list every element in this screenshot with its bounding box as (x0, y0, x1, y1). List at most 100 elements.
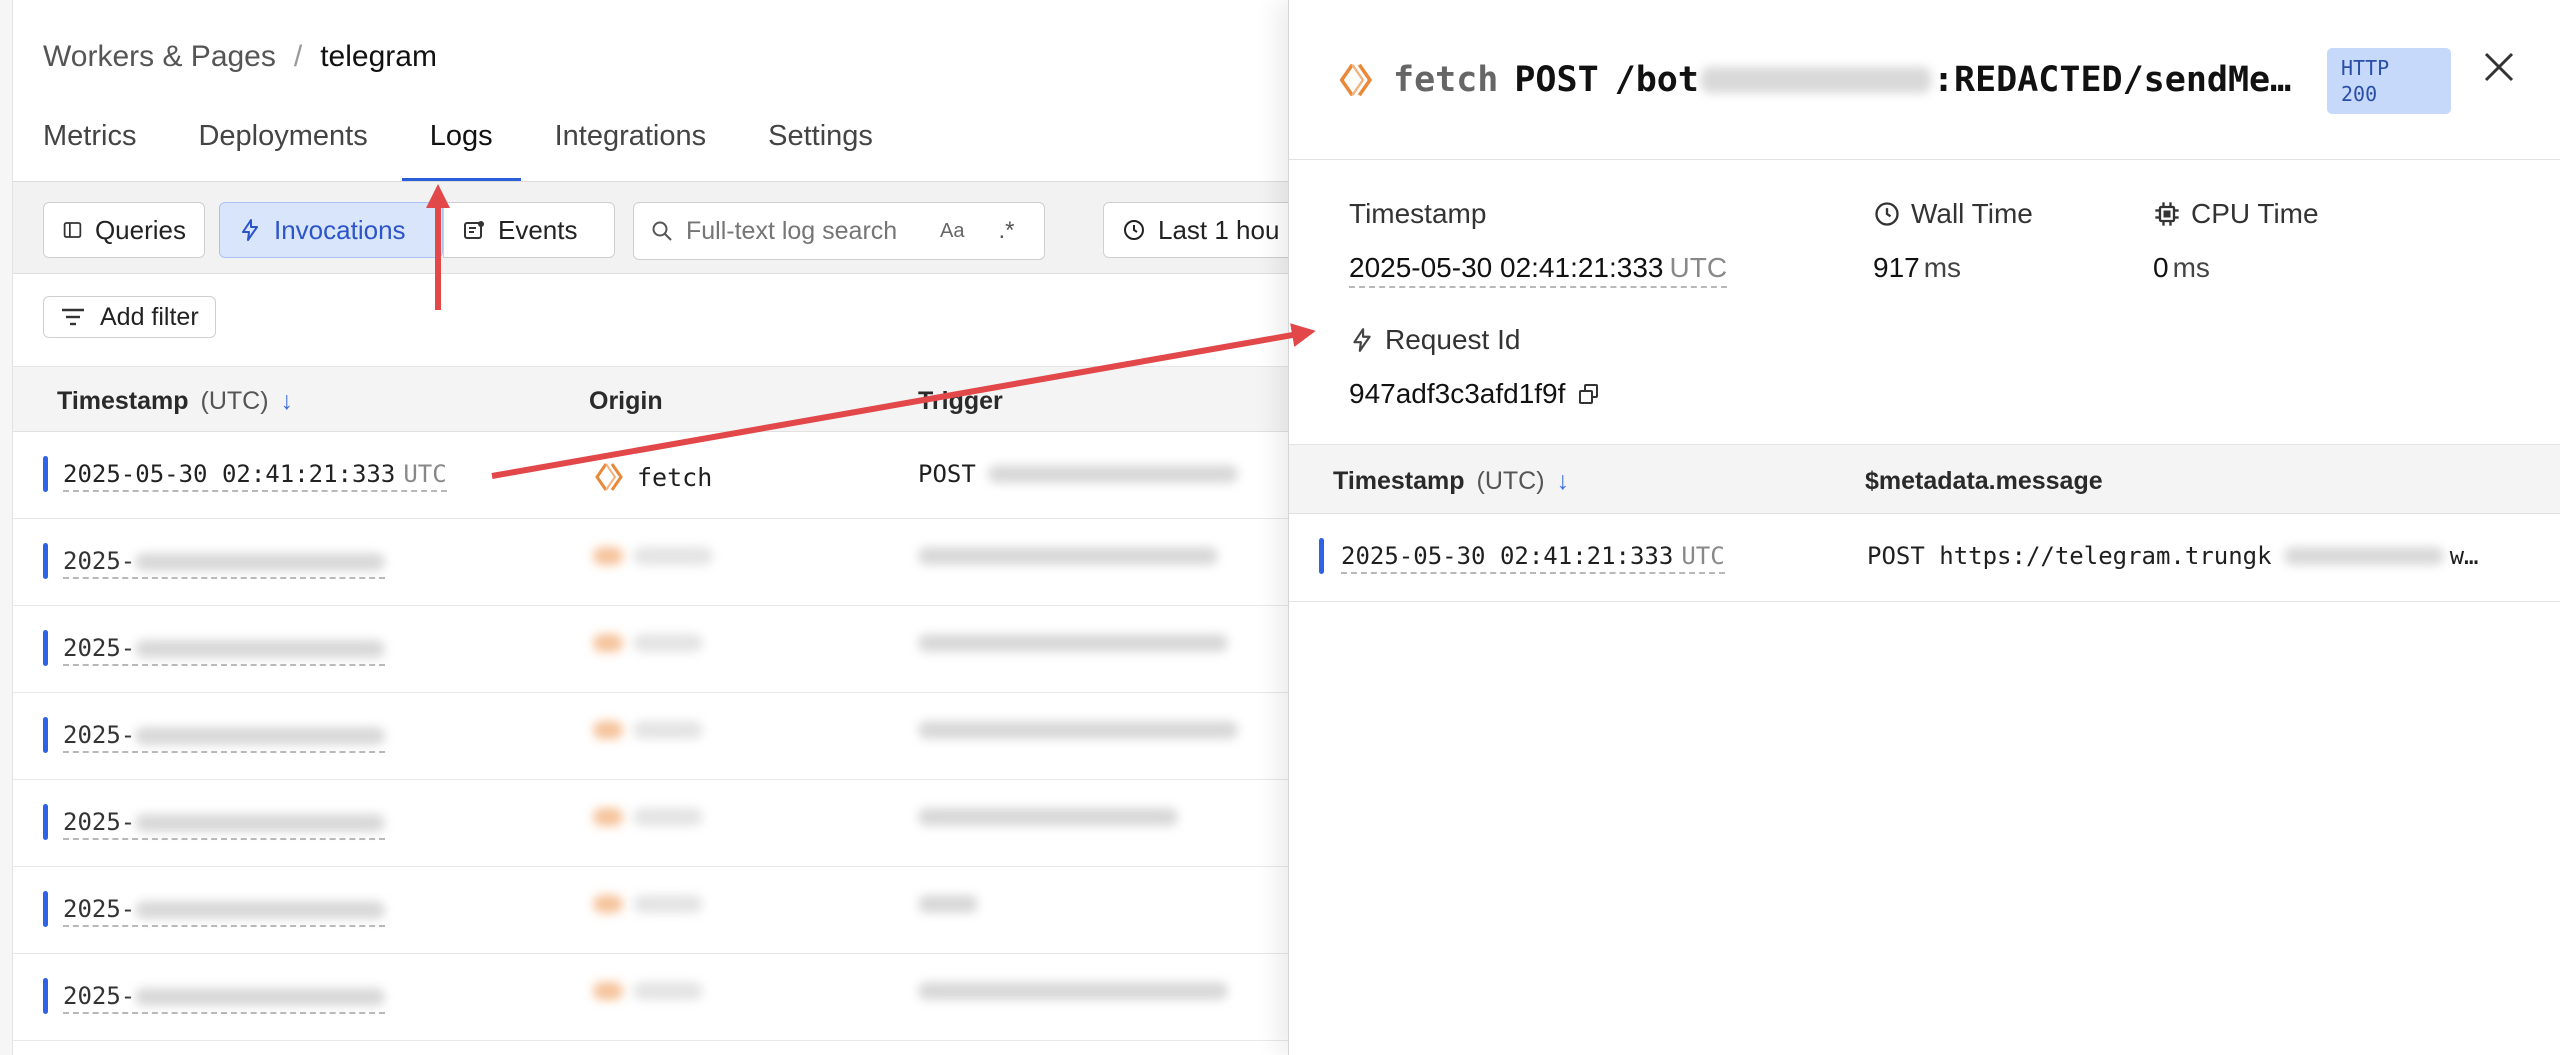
row-timestamp[interactable]: 2025- (63, 634, 386, 666)
redacted-origin (633, 895, 703, 913)
breadcrumb-workers-pages[interactable]: Workers & Pages (43, 40, 276, 74)
row-origin (593, 982, 703, 1000)
tab-integrations[interactable]: Integrations (555, 120, 707, 182)
sort-desc-icon[interactable]: ↓ (1557, 467, 1570, 495)
lightning-icon (242, 219, 258, 241)
origin-column-header[interactable]: Origin (589, 387, 663, 416)
row-timestamp-value: 2025- (63, 547, 136, 575)
panel-row-timestamp[interactable]: 2025-05-30 02:41:21:333 UTC (1341, 542, 1725, 574)
search-icon (652, 221, 672, 241)
http-badge-protocol: HTTP (2341, 56, 2390, 80)
log-search-box: Aa .* (633, 202, 1045, 260)
row-timestamp[interactable]: 2025- (63, 547, 386, 579)
panel-timestamp-unit: (UTC) (1476, 467, 1545, 495)
redacted-trigger (918, 808, 1178, 826)
row-origin (593, 634, 703, 652)
redacted-origin (633, 634, 703, 652)
row-trigger: POST (918, 460, 1238, 488)
lightning-icon (1353, 328, 1371, 352)
redacted-token (1700, 67, 1931, 93)
request-id-label: Request Id (1349, 324, 1520, 356)
clock-icon (1124, 220, 1144, 240)
row-timestamp[interactable]: 2025-05-30 02:41:21:333 UTC (63, 460, 447, 492)
close-button[interactable] (2479, 50, 2519, 90)
log-level-bar (43, 891, 48, 927)
request-id-text: 947adf3c3afd1f9f (1349, 378, 1566, 409)
http-status-badge: HTTP 200 (2327, 48, 2451, 114)
row-origin (593, 547, 713, 565)
redacted-origin (633, 982, 703, 1000)
tab-deployments[interactable]: Deployments (198, 120, 367, 182)
redacted-timestamp (135, 901, 386, 919)
row-timestamp[interactable]: 2025- (63, 721, 386, 753)
row-trigger (918, 982, 1228, 1000)
row-timestamp[interactable]: 2025- (63, 895, 386, 927)
redacted-origin-icon (593, 982, 623, 1000)
queries-button[interactable]: Queries (43, 202, 205, 258)
row-origin (593, 721, 703, 739)
row-timestamp-value: 2025-05-30 02:41:21:333 (63, 460, 396, 488)
row-trigger (918, 895, 978, 913)
redacted-origin-icon (593, 634, 623, 652)
cpu-time-label: CPU Time (2153, 198, 2319, 230)
log-level-bar (43, 717, 48, 753)
tab-metrics[interactable]: Metrics (43, 120, 136, 182)
breadcrumb-separator: / (293, 40, 303, 73)
wall-time-number: 917 (1873, 252, 1920, 283)
close-icon (2484, 52, 2514, 82)
copy-icon[interactable] (1577, 382, 1601, 406)
redacted-origin (633, 808, 703, 826)
redacted-timestamp (135, 988, 386, 1006)
wall-time-unit: ms (1923, 252, 1962, 283)
log-level-bar (43, 456, 48, 492)
row-trigger (918, 634, 1228, 652)
events-button[interactable]: Events (443, 202, 615, 258)
invocations-button[interactable]: Invocations (219, 202, 443, 258)
row-trigger-method: POST (918, 460, 976, 488)
queries-label: Queries (94, 214, 186, 245)
panel-events-table-header: Timestamp (UTC) ↓ $metadata.message (1289, 444, 2560, 514)
cpu-time-unit: ms (2172, 252, 2210, 283)
trigger-column-header[interactable]: Trigger (918, 387, 1003, 416)
timestamp-value-text: 2025-05-30 02:41:21:333 (1349, 252, 1664, 283)
redacted-trigger (987, 465, 1238, 483)
add-filter-button[interactable]: Add filter (43, 296, 216, 338)
clock-icon (1875, 202, 1899, 226)
tab-settings[interactable]: Settings (768, 120, 873, 182)
row-timezone: UTC (403, 460, 447, 488)
redacted-trigger (918, 895, 978, 913)
timestamp-column-header[interactable]: Timestamp (UTC) ↓ (57, 387, 293, 416)
timestamp-label: Timestamp (1349, 198, 1487, 229)
panel-timestamp-column-header[interactable]: Timestamp (UTC) ↓ (1333, 467, 1569, 496)
panel-row-message-prefix: POST https://telegram.trungk (1867, 542, 2272, 570)
redacted-trigger (918, 721, 1238, 739)
events-icon (464, 221, 484, 239)
redacted-trigger (918, 634, 1228, 652)
sort-desc-icon[interactable]: ↓ (281, 387, 294, 415)
tab-logs[interactable]: Logs (401, 120, 521, 182)
log-level-bar (43, 630, 48, 666)
row-timestamp-value: 2025- (63, 634, 136, 662)
case-sensitive-toggle[interactable]: Aa (940, 220, 964, 243)
regex-toggle[interactable]: .* (998, 217, 1014, 245)
redacted-timestamp (135, 727, 386, 745)
row-timestamp[interactable]: 2025- (63, 982, 386, 1014)
panel-path-prefix: /bot (1614, 60, 1699, 100)
log-search-input[interactable] (686, 216, 916, 246)
redacted-message (2283, 547, 2444, 565)
message-column-header[interactable]: $metadata.message (1865, 467, 2103, 496)
log-level-bar (1319, 538, 1324, 574)
add-filter-label: Add filter (100, 302, 199, 331)
redacted-timestamp (135, 814, 386, 832)
timestamp-tz: UTC (1669, 252, 1728, 283)
tab-bar: Metrics Deployments Logs Integrations Se… (43, 120, 935, 182)
panel-event-row[interactable]: 2025-05-30 02:41:21:333 UTC POST https://… (1289, 514, 2560, 602)
row-timestamp-value: 2025- (63, 721, 136, 749)
request-id-value: 947adf3c3afd1f9f (1349, 378, 1601, 410)
redacted-origin-icon (593, 721, 623, 739)
redacted-timestamp (135, 640, 386, 658)
row-timestamp[interactable]: 2025- (63, 808, 386, 840)
panel-row-timezone: UTC (1681, 542, 1725, 570)
panel-row-message-suffix: w… (2449, 542, 2479, 570)
timestamp-value[interactable]: 2025-05-30 02:41:21:333 UTC (1349, 252, 1728, 288)
